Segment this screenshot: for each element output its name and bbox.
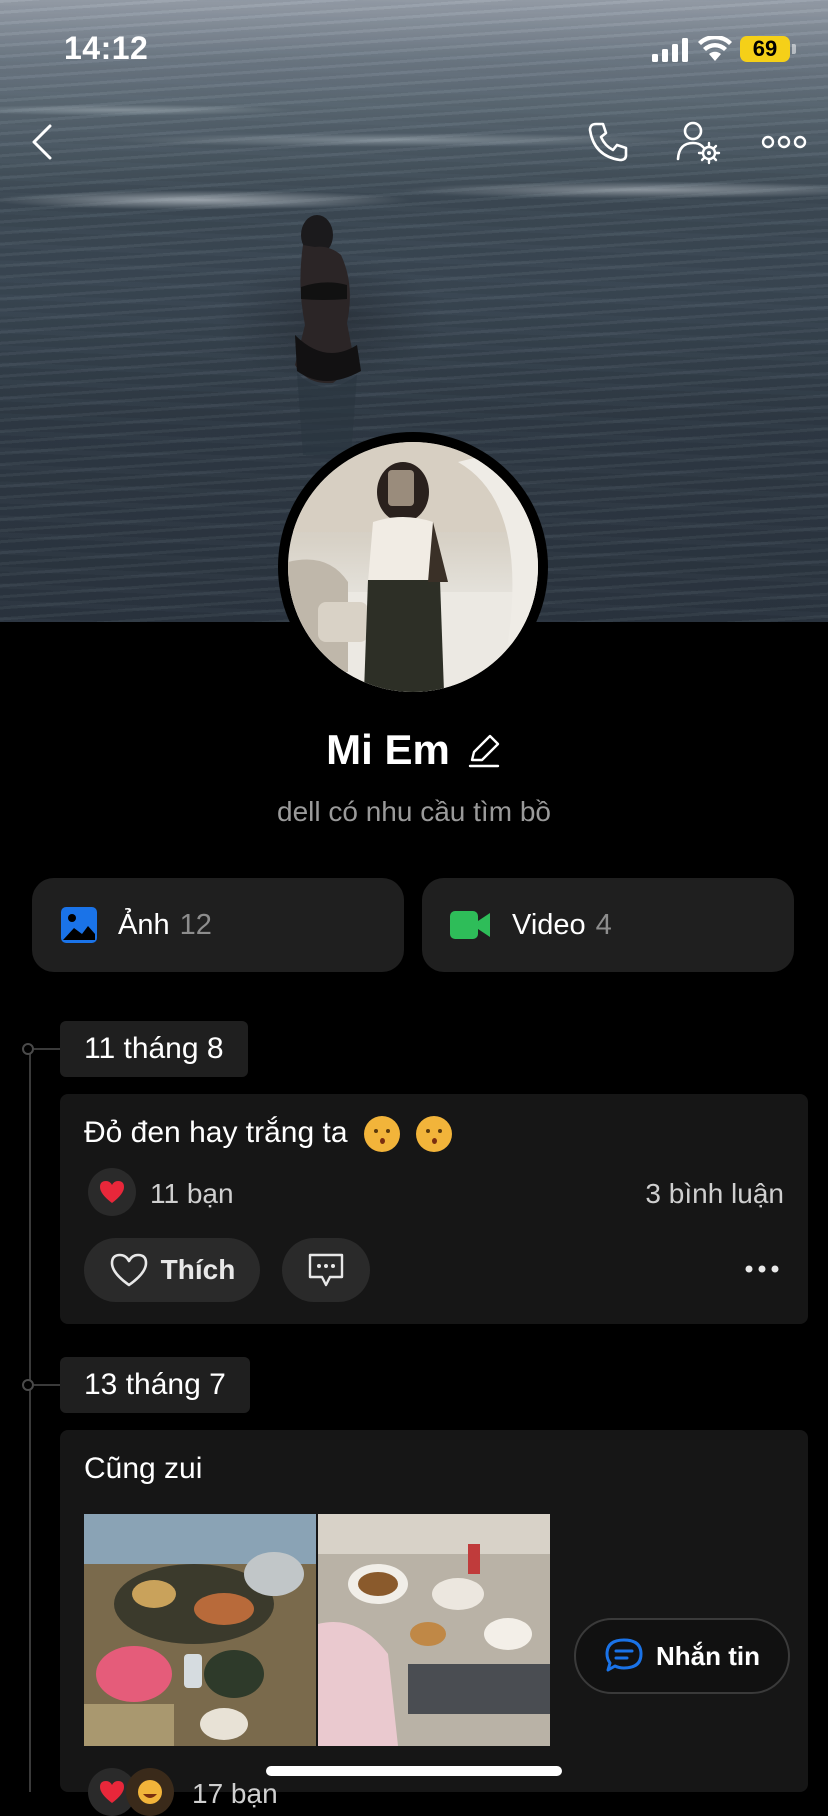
timeline-tick <box>34 1384 60 1386</box>
message-button[interactable]: Nhắn tin <box>574 1618 790 1694</box>
comment-button[interactable] <box>282 1238 370 1302</box>
post-card[interactable]: Cũng zui 17 bạn <box>60 1430 808 1816</box>
chat-bubble-icon <box>605 1638 643 1672</box>
videos-label: Video <box>512 908 586 941</box>
profile-name: Mi Em <box>326 726 450 773</box>
food-photo-1 <box>84 1514 316 1746</box>
reaction-count[interactable]: 17 bạn <box>192 1778 278 1810</box>
status-bar: 14:12 69 <box>0 0 828 100</box>
post-text: Cũng zui <box>84 1452 203 1485</box>
wifi-icon <box>698 36 732 61</box>
status-time: 14:12 <box>64 30 149 66</box>
user-settings-icon <box>676 121 721 165</box>
phone-icon <box>588 122 628 162</box>
profile-avatar[interactable] <box>278 432 548 702</box>
videos-button[interactable]: Video 4 <box>422 878 794 972</box>
photos-count: 12 <box>179 908 212 941</box>
more-options-button[interactable] <box>756 114 812 170</box>
home-indicator <box>266 1766 562 1776</box>
avatar-image <box>288 442 538 692</box>
photos-button[interactable]: Ảnh 12 <box>32 878 404 972</box>
kissing-face-emoji <box>363 1116 400 1153</box>
name-row: Mi Em <box>0 722 828 778</box>
laughing-face-icon <box>138 1780 162 1804</box>
heart-icon <box>100 1181 124 1203</box>
video-camera-icon <box>450 911 490 939</box>
message-button-label: Nhắn tin <box>656 1640 760 1671</box>
back-button[interactable] <box>14 114 70 170</box>
heart-icon <box>100 1781 124 1803</box>
post-photo[interactable] <box>84 1514 316 1746</box>
reaction-count[interactable]: 11 bạn <box>150 1178 234 1210</box>
post-date: 13 tháng 7 <box>60 1357 250 1413</box>
kissing-face-emoji <box>416 1116 453 1153</box>
avatar-photo <box>288 442 538 692</box>
timeline-dot <box>22 1043 34 1055</box>
chevron-left-icon <box>32 124 52 160</box>
like-button[interactable]: Thích <box>84 1238 260 1302</box>
more-horizontal-icon <box>761 135 807 149</box>
photo-gallery-icon <box>61 907 97 943</box>
cellular-signal-icon <box>652 38 688 62</box>
post-date: 11 tháng 8 <box>60 1021 248 1077</box>
profile-bio: dell có nhu cầu tìm bồ <box>277 796 551 827</box>
videos-count: 4 <box>595 908 612 941</box>
comment-count[interactable]: 3 bình luận <box>645 1178 784 1210</box>
post-card[interactable]: Đỏ đen hay trắng ta 11 bạn 3 bình luận T… <box>60 1094 808 1324</box>
call-button[interactable] <box>580 114 636 170</box>
heart-reaction-icon[interactable] <box>88 1168 136 1216</box>
timeline-dot <box>22 1379 34 1391</box>
laugh-reaction-icon[interactable] <box>126 1768 174 1816</box>
post-text: Đỏ đen hay trắng ta <box>84 1116 348 1149</box>
timeline-tick <box>34 1048 60 1050</box>
battery-indicator: 69 <box>740 36 790 62</box>
post-photo-grid <box>84 1514 550 1746</box>
battery-nub <box>792 44 796 54</box>
like-label: Thích <box>160 1254 236 1285</box>
heart-outline-icon <box>110 1253 147 1287</box>
photos-label: Ảnh <box>118 908 170 941</box>
profile-settings-button[interactable] <box>670 114 726 170</box>
comment-bubble-icon <box>308 1253 344 1287</box>
food-photo-2 <box>318 1514 550 1746</box>
post-text-row: Đỏ đen hay trắng ta <box>84 1116 453 1153</box>
post-more-icon[interactable] <box>744 1264 780 1274</box>
timeline-line <box>29 1050 31 1792</box>
cover-person <box>295 215 361 455</box>
post-photo[interactable] <box>318 1514 550 1746</box>
edit-pencil-icon[interactable] <box>466 732 502 768</box>
